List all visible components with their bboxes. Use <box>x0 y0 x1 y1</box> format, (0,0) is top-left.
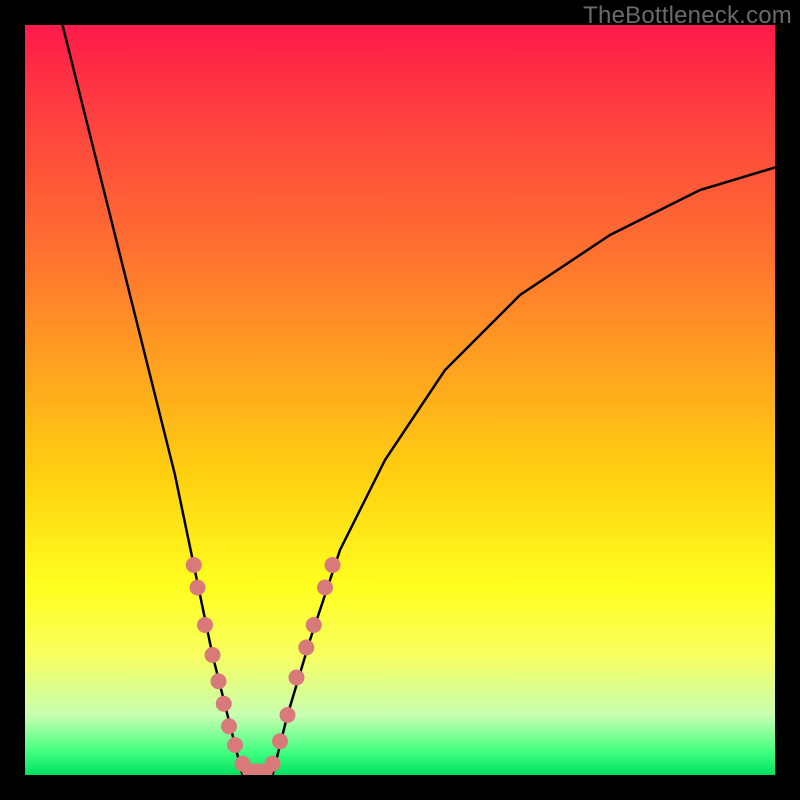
highlight-dot <box>272 733 288 749</box>
highlight-dot <box>306 617 322 633</box>
left-branch-curve <box>63 25 243 775</box>
watermark-label: TheBottleneck.com <box>583 2 792 30</box>
highlight-dot <box>325 557 341 573</box>
highlight-dot <box>265 756 281 772</box>
highlight-dot <box>280 707 296 723</box>
curve-path-group <box>63 25 776 775</box>
highlight-dot <box>298 640 314 656</box>
marker-group <box>186 557 341 775</box>
highlight-dot <box>186 557 202 573</box>
chart-plot-area <box>25 25 775 775</box>
highlight-dot <box>227 737 243 753</box>
highlight-dot <box>221 718 237 734</box>
highlight-dot <box>205 647 221 663</box>
highlight-dot <box>190 580 206 596</box>
highlight-dot <box>317 580 333 596</box>
highlight-dot <box>289 670 305 686</box>
highlight-dot <box>211 673 227 689</box>
highlight-dot <box>197 617 213 633</box>
right-branch-curve <box>273 168 776 776</box>
highlight-dot <box>216 696 232 712</box>
chart-svg <box>25 25 775 775</box>
